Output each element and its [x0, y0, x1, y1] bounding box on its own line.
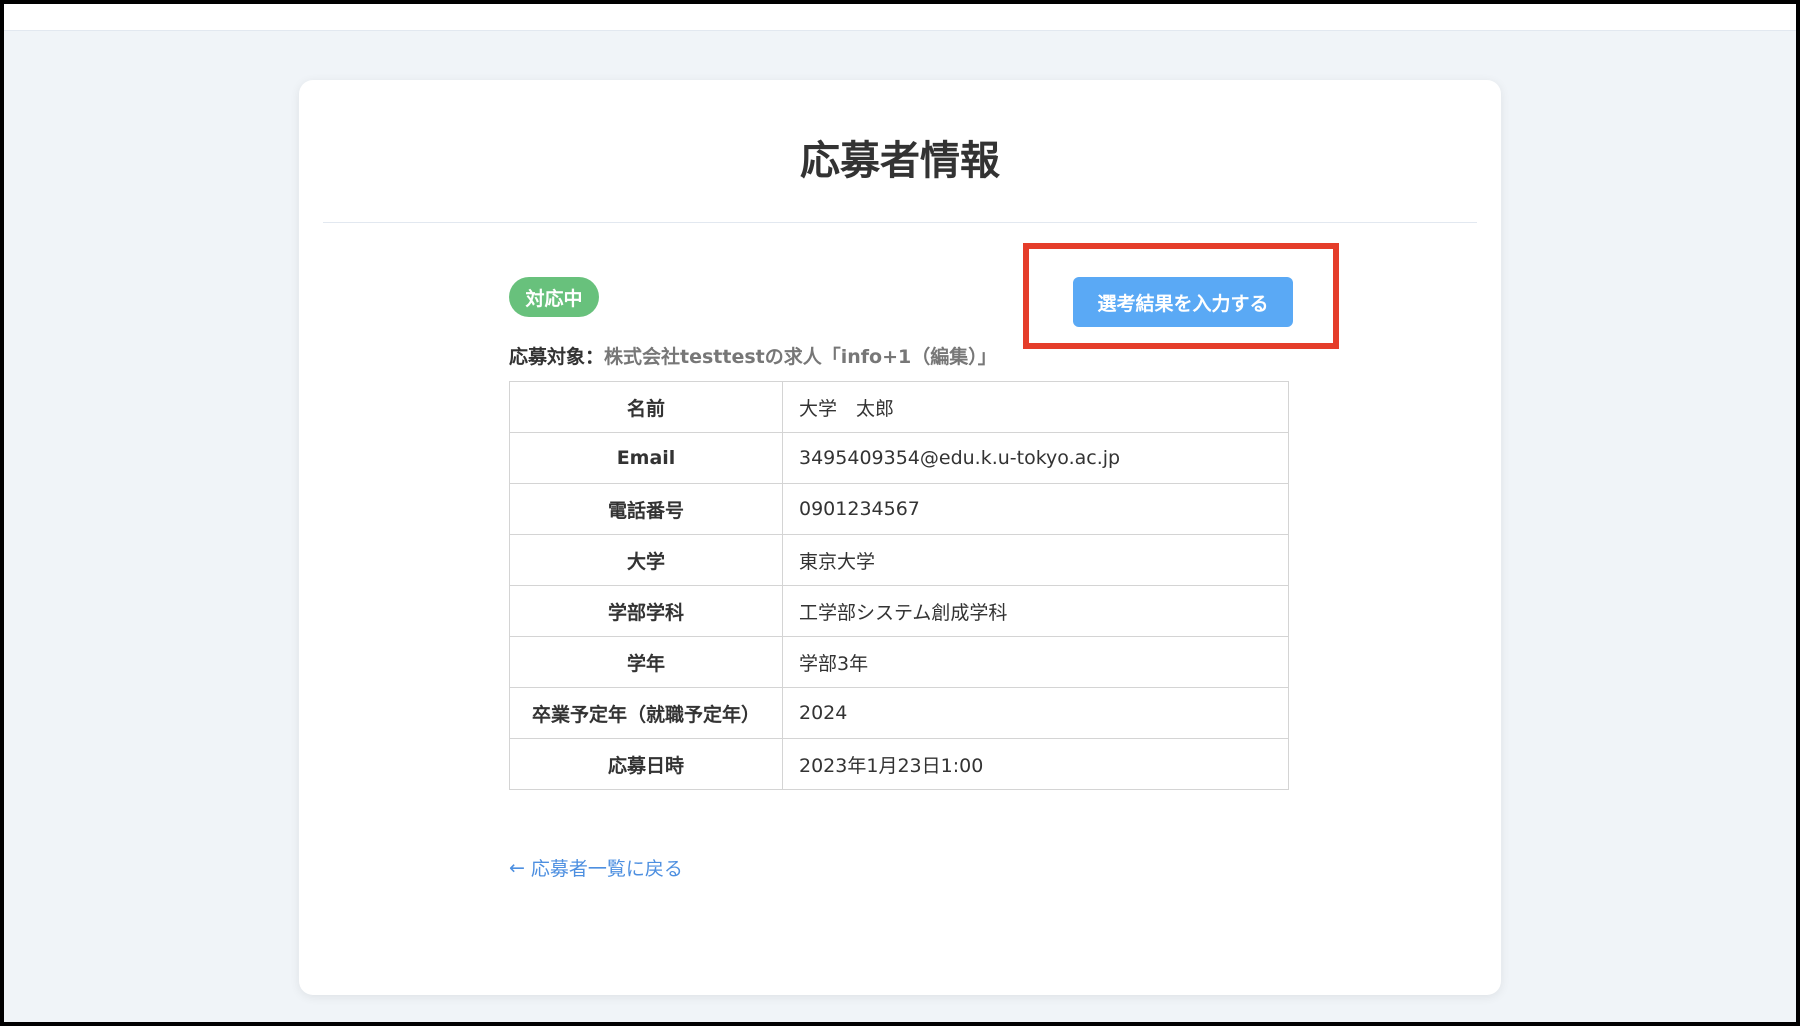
row-value: 学部3年 [782, 636, 1289, 688]
table-row: 学部学科 工学部システム創成学科 [509, 585, 1289, 637]
row-value: 2023年1月23日1:00 [782, 738, 1289, 790]
application-target-label: 応募対象： [509, 346, 605, 368]
table-row: 大学 東京大学 [509, 534, 1289, 586]
back-to-applicant-list-link[interactable]: ← 応募者一覧に戻る [509, 854, 683, 881]
table-row: 学年 学部3年 [509, 636, 1289, 688]
applicant-info-table: 名前 大学 太郎 Email 3495409354@edu.k.u-tokyo.… [509, 381, 1289, 790]
row-value: 工学部システム創成学科 [782, 585, 1289, 637]
top-bar [4, 4, 1796, 31]
page-title: 応募者情報 [800, 138, 1000, 184]
row-label: 名前 [509, 381, 783, 433]
row-value: 大学 太郎 [782, 381, 1289, 433]
table-row: Email 3495409354@edu.k.u-tokyo.ac.jp [509, 432, 1289, 484]
arrow-left-icon: ← [509, 856, 525, 879]
enter-selection-result-button[interactable]: 選考結果を入力する [1073, 277, 1293, 327]
application-target-value: 株式会社testtestの求人「info+1（編集）」 [604, 346, 997, 368]
row-value: 東京大学 [782, 534, 1289, 586]
table-row: 卒業予定年（就職予定年） 2024 [509, 687, 1289, 739]
row-label: 大学 [509, 534, 783, 586]
status-badge: 対応中 [509, 277, 599, 317]
row-label: 応募日時 [509, 738, 783, 790]
row-label: 学部学科 [509, 585, 783, 637]
row-value: 0901234567 [782, 483, 1289, 535]
row-label: 電話番号 [509, 483, 783, 535]
row-label: 卒業予定年（就職予定年） [509, 687, 783, 739]
table-row: 名前 大学 太郎 [509, 381, 1289, 433]
row-value: 3495409354@edu.k.u-tokyo.ac.jp [782, 432, 1289, 484]
row-label: 学年 [509, 636, 783, 688]
table-row: 電話番号 0901234567 [509, 483, 1289, 535]
row-label: Email [509, 432, 783, 484]
application-target: 応募対象：株式会社testtestの求人「info+1（編集）」 [509, 342, 997, 369]
table-row: 応募日時 2023年1月23日1:00 [509, 738, 1289, 790]
back-link-label: 応募者一覧に戻る [530, 858, 683, 880]
divider [323, 222, 1477, 223]
row-value: 2024 [782, 687, 1289, 739]
applicant-card: 応募者情報 対応中 選考結果を入力する 応募対象：株式会社testtestの求人… [299, 80, 1501, 995]
